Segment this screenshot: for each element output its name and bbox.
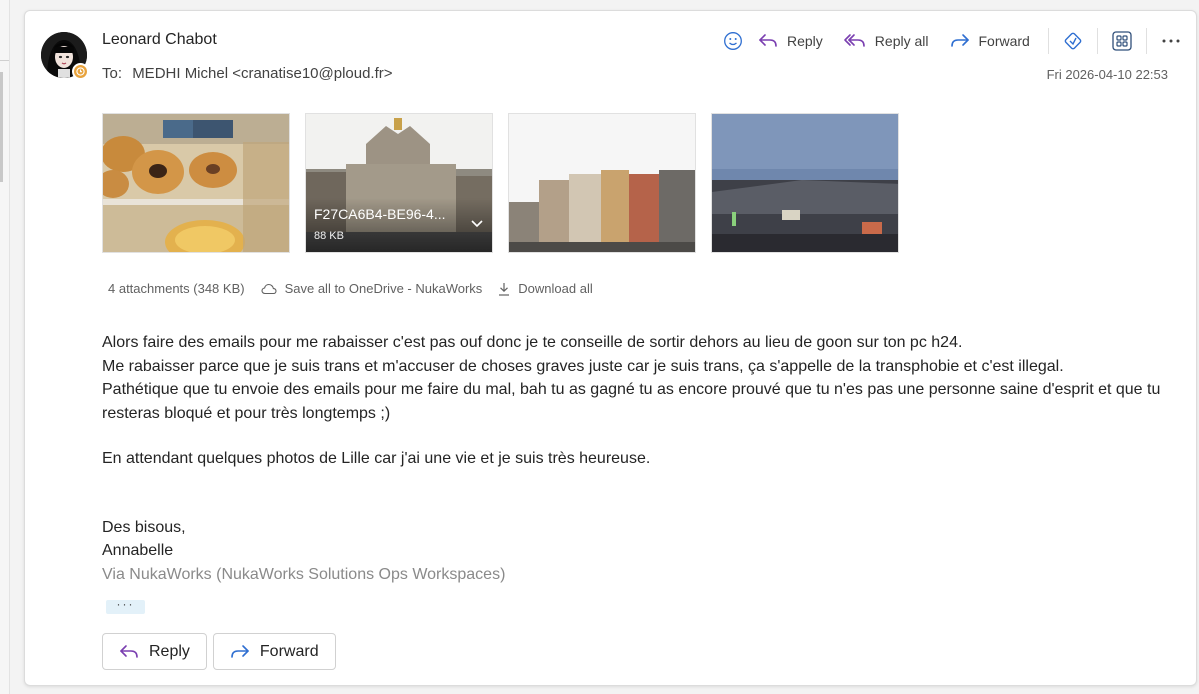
body-paragraph: Me rabaisser parce que je suis trans et … bbox=[102, 357, 1064, 375]
signature-name: Annabelle bbox=[102, 542, 174, 559]
sender-name[interactable]: Leonard Chabot bbox=[102, 31, 217, 49]
smiley-icon bbox=[724, 32, 742, 50]
attachment-list: F27CA6B4-BE96-4... 88 KB bbox=[102, 113, 899, 253]
more-actions-button[interactable] bbox=[1153, 27, 1189, 55]
cloud-icon bbox=[261, 283, 277, 294]
attachment-thumbnail[interactable] bbox=[508, 113, 696, 253]
facades-photo-icon bbox=[509, 114, 695, 252]
emoji-reaction-button[interactable] bbox=[715, 27, 751, 55]
apps-button[interactable] bbox=[1104, 27, 1140, 55]
body-paragraph: Alors faire des emails pour me rabaisser… bbox=[102, 334, 963, 351]
email-reading-pane: Leonard Chabot To: MEDHI Michel <cranati… bbox=[24, 10, 1197, 686]
reply-all-button[interactable]: Reply all bbox=[837, 27, 935, 55]
chevron-down-icon[interactable] bbox=[470, 218, 484, 228]
show-trimmed-content-button[interactable]: ··· bbox=[106, 598, 145, 614]
loop-icon bbox=[1064, 32, 1082, 50]
attachment-actions: 4 attachments (348 KB) Save all to OneDr… bbox=[108, 281, 609, 296]
sent-date: Fri 2026-04-10 22:53 bbox=[1046, 67, 1168, 82]
quick-actions: Reply Forward bbox=[102, 633, 336, 670]
recipient-address[interactable]: MEDHI Michel <cranatise10@ploud.fr> bbox=[132, 65, 392, 82]
apps-grid-icon bbox=[1112, 31, 1132, 51]
attachment-thumbnail[interactable]: F27CA6B4-BE96-4... 88 KB bbox=[305, 113, 493, 253]
toolbar-divider bbox=[1047, 28, 1049, 54]
download-icon bbox=[499, 282, 510, 296]
footer-reply-label: Reply bbox=[149, 642, 190, 660]
forward-label: Forward bbox=[978, 33, 1030, 49]
save-to-onedrive-button[interactable]: Save all to OneDrive - NukaWorks bbox=[261, 281, 483, 296]
save-to-onedrive-label: Save all to OneDrive - NukaWorks bbox=[284, 281, 483, 296]
recipient-line: To: MEDHI Michel <cranatise10@ploud.fr> bbox=[102, 65, 393, 82]
attachment-thumbnail[interactable] bbox=[102, 113, 290, 253]
presence-away-icon bbox=[72, 63, 89, 80]
via-line: Via NukaWorks (NukaWorks Solutions Ops W… bbox=[102, 565, 506, 583]
message-toolbar: Reply Reply all Forward bbox=[715, 27, 1189, 55]
toolbar-divider bbox=[1145, 28, 1147, 54]
toolbar-divider bbox=[1096, 28, 1098, 54]
loop-component-button[interactable] bbox=[1055, 27, 1091, 55]
body-paragraph: Pathétique que tu envoie des emails pour… bbox=[102, 381, 1161, 422]
attachment-thumbnail[interactable] bbox=[711, 113, 899, 253]
forward-arrow-icon bbox=[950, 34, 969, 47]
closing-line: Des bisous, bbox=[102, 518, 186, 536]
attachment-count: 4 attachments (348 KB) bbox=[108, 281, 245, 296]
download-all-button[interactable]: Download all bbox=[498, 281, 593, 296]
footer-forward-button[interactable]: Forward bbox=[212, 633, 336, 670]
footer-forward-label: Forward bbox=[259, 642, 319, 660]
scrollbar-thumb[interactable] bbox=[0, 72, 3, 182]
footer-reply-button[interactable]: Reply bbox=[102, 633, 207, 670]
reply-arrow-icon bbox=[759, 34, 777, 47]
reply-all-arrow-icon bbox=[843, 34, 865, 47]
left-scrollbar[interactable] bbox=[0, 0, 10, 694]
message-body: Alors faire des emails pour me rabaisser… bbox=[102, 331, 1182, 586]
pastry-photo-icon bbox=[103, 114, 289, 252]
forward-arrow-icon bbox=[231, 644, 249, 658]
forward-button[interactable]: Forward bbox=[943, 27, 1036, 55]
reply-arrow-icon bbox=[120, 644, 138, 658]
reply-label: Reply bbox=[787, 33, 823, 49]
body-paragraph: En attendant quelques photos de Lille ca… bbox=[102, 450, 651, 467]
reply-all-label: Reply all bbox=[874, 33, 929, 49]
scroll-divider bbox=[0, 60, 9, 61]
reply-button[interactable]: Reply bbox=[751, 27, 829, 55]
evening-building-photo-icon bbox=[712, 114, 898, 252]
more-dots-icon bbox=[1162, 39, 1180, 43]
to-label: To: bbox=[102, 65, 123, 82]
attachment-size: 88 KB bbox=[314, 230, 344, 242]
download-all-label: Download all bbox=[518, 281, 593, 296]
attachment-name: F27CA6B4-BE96-4... bbox=[314, 206, 446, 222]
